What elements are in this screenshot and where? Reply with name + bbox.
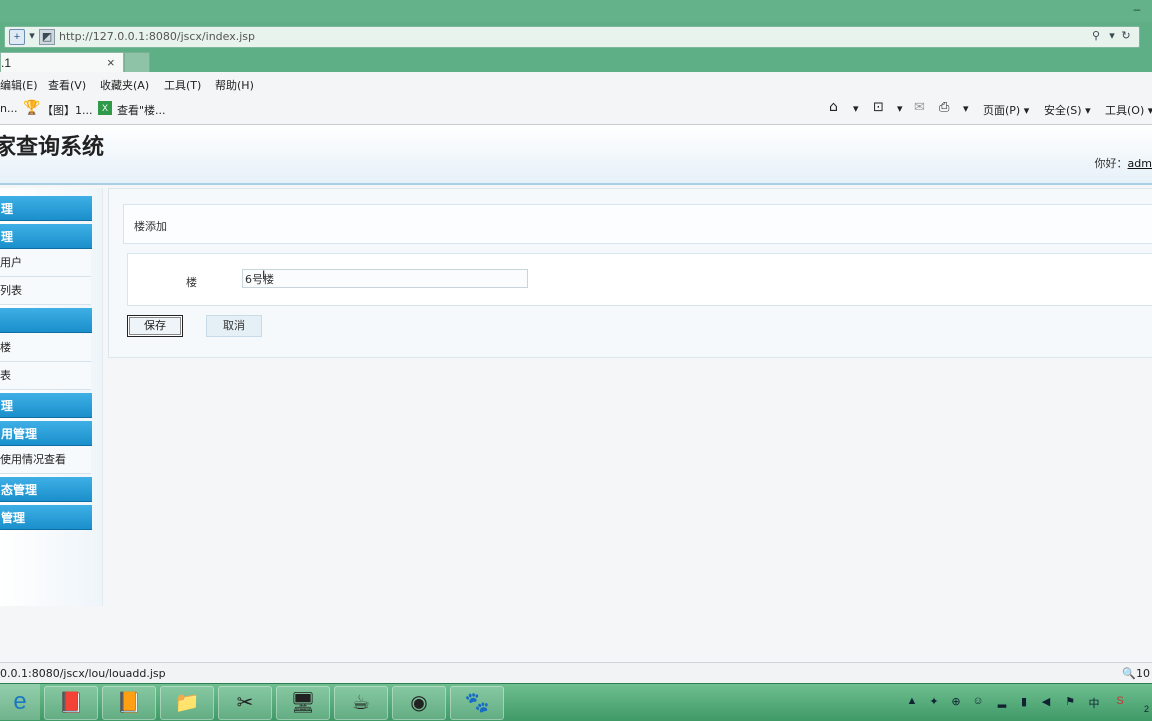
tools-menu-label: 工具(O) bbox=[1105, 104, 1145, 117]
user-link[interactable]: adm bbox=[1128, 157, 1152, 170]
tab-strip bbox=[0, 50, 1152, 72]
user-greeting: 你好：adm bbox=[1095, 155, 1152, 171]
trophy-icon: 🏆 bbox=[23, 99, 41, 115]
ime-icon[interactable]: 中 bbox=[1087, 695, 1101, 711]
signal-icon[interactable]: ▂ bbox=[995, 695, 1009, 708]
tray-plus-icon[interactable]: ⊕ bbox=[949, 695, 963, 708]
form-panel: 楼 I bbox=[127, 253, 1152, 306]
sogou-icon[interactable]: S bbox=[1113, 695, 1127, 707]
greeting-text: 你好： bbox=[1094, 157, 1128, 170]
building-label: 楼 bbox=[186, 276, 197, 289]
menu-bar: 编辑(E) 查看(V) 收藏夹(A) 工具(T) 帮助(H) bbox=[0, 72, 1152, 97]
address-bar[interactable]: + ▾ ◩ http://127.0.0.1:8080/jscx/index.j… bbox=[4, 26, 1140, 48]
volume-icon[interactable]: ◀ bbox=[1039, 695, 1053, 708]
cancel-button[interactable]: 取消 bbox=[206, 315, 262, 337]
menu-edit[interactable]: 编辑(E) bbox=[0, 77, 38, 93]
sidebar-section[interactable]: 态管理 bbox=[0, 477, 92, 502]
sidebar-section[interactable] bbox=[0, 308, 92, 333]
page-icon: ◩ bbox=[39, 29, 55, 45]
ie-icon[interactable]: e bbox=[0, 684, 40, 720]
dropdown-icon[interactable]: ▾ bbox=[897, 102, 903, 115]
page-header: 家查询系统 你好：adm bbox=[0, 125, 1152, 185]
computer-icon[interactable]: 🖥 bbox=[276, 686, 330, 720]
excel-icon: X bbox=[98, 101, 112, 115]
sidebar-section[interactable]: 管理 bbox=[0, 505, 92, 530]
title-bar: – bbox=[0, 0, 1152, 22]
page-title: 家查询系统 bbox=[0, 135, 105, 160]
sidebar-item[interactable]: 列表 bbox=[0, 277, 91, 305]
tray-expand-icon[interactable]: ▲ bbox=[905, 695, 919, 707]
flag-icon[interactable]: ⚑ bbox=[1063, 695, 1077, 708]
tab-title: .1 bbox=[1, 56, 12, 70]
favorite-link[interactable]: 【图】1... bbox=[42, 102, 93, 118]
sidebar: 理 理 用户 列表 楼 表 理 用管理 使用情况查看 态管理 管理 bbox=[0, 188, 103, 606]
menu-favorites[interactable]: 收藏夹(A) bbox=[100, 77, 149, 93]
dropdown-icon[interactable]: ▾ bbox=[25, 29, 39, 43]
favorite-link[interactable]: 查看"楼... bbox=[117, 102, 166, 118]
url-text[interactable]: http://127.0.0.1:8080/jscx/index.jsp bbox=[59, 30, 255, 43]
mail-icon[interactable]: ✉ bbox=[914, 100, 925, 115]
rss-icon[interactable]: ⊡ bbox=[873, 100, 884, 115]
qq-icon[interactable]: ☺ bbox=[971, 695, 985, 707]
java-icon[interactable]: ☕ bbox=[334, 686, 388, 720]
tools-menu-button[interactable]: 工具(O) ▾ bbox=[1105, 102, 1152, 118]
favorite-link[interactable]: n... bbox=[0, 102, 17, 115]
tray-app-icon[interactable]: ✦ bbox=[927, 695, 941, 708]
browser-tab[interactable]: .1 × bbox=[0, 52, 124, 73]
building-input[interactable] bbox=[242, 269, 528, 288]
text-cursor-icon: I bbox=[262, 268, 266, 282]
sidebar-item[interactable]: 楼 bbox=[0, 334, 91, 362]
folder-icon[interactable]: 📁 bbox=[160, 686, 214, 720]
zoom-icon: 🔍 bbox=[1122, 667, 1136, 680]
refresh-icon[interactable]: ↻ bbox=[1119, 29, 1133, 43]
new-tab-button[interactable] bbox=[124, 52, 150, 74]
notebook-icon[interactable]: 📕 bbox=[44, 686, 98, 720]
page-menu-label: 页面(P) bbox=[983, 104, 1021, 117]
status-bar: 0.0.1:8080/jscx/lou/louadd.jsp 🔍10 bbox=[0, 662, 1152, 684]
zoom-level: 10 bbox=[1136, 667, 1150, 680]
search-icon[interactable]: ⚲ bbox=[1089, 29, 1103, 43]
menu-view[interactable]: 查看(V) bbox=[48, 77, 86, 93]
back-icon[interactable]: + bbox=[9, 29, 25, 45]
battery-icon[interactable]: ▮ bbox=[1017, 695, 1031, 708]
safety-menu-button[interactable]: 安全(S) ▾ bbox=[1044, 102, 1091, 118]
close-icon[interactable]: × bbox=[107, 55, 115, 70]
panel-header: 楼添加 bbox=[123, 204, 1152, 244]
status-url: 0.0.1:8080/jscx/lou/louadd.jsp bbox=[0, 667, 166, 680]
sidebar-item[interactable]: 使用情况查看 bbox=[0, 446, 91, 474]
safety-menu-label: 安全(S) bbox=[1044, 104, 1082, 117]
tools-icon[interactable]: ✂ bbox=[218, 686, 272, 720]
sidebar-section[interactable]: 用管理 bbox=[0, 421, 92, 446]
menu-tools[interactable]: 工具(T) bbox=[164, 77, 201, 93]
favorites-bar: n... 🏆 【图】1... X 查看"楼... ⌂ ▾ ⊡ ▾ ✉ ⎙ ▾ 页… bbox=[0, 96, 1152, 125]
book-icon[interactable]: 📙 bbox=[102, 686, 156, 720]
dropdown-icon[interactable]: ▾ bbox=[1105, 29, 1119, 43]
menu-help[interactable]: 帮助(H) bbox=[215, 77, 254, 93]
sidebar-item[interactable]: 用户 bbox=[0, 249, 91, 277]
taskbar: e 📕 📙 📁 ✂ 🖥 ☕ ◉ 🐾 ▲ ✦ ⊕ ☺ ▂ ▮ ◀ ⚑ 中 S 2 bbox=[0, 683, 1152, 721]
clock[interactable]: 2 bbox=[1144, 704, 1149, 714]
page-menu-button[interactable]: 页面(P) ▾ bbox=[983, 102, 1029, 118]
dreamweaver-icon[interactable]: ◉ bbox=[392, 686, 446, 720]
sidebar-section[interactable]: 理 bbox=[0, 393, 92, 418]
dropdown-icon[interactable]: ▾ bbox=[963, 102, 969, 115]
sidebar-section[interactable]: 理 bbox=[0, 196, 92, 221]
home-icon[interactable]: ⌂ bbox=[829, 99, 838, 115]
minimize-icon[interactable]: – bbox=[1127, 2, 1147, 16]
zoom-control[interactable]: 🔍10 bbox=[1122, 667, 1150, 680]
save-button[interactable]: 保存 bbox=[127, 315, 183, 337]
sidebar-section[interactable]: 理 bbox=[0, 224, 92, 249]
paw-icon[interactable]: 🐾 bbox=[450, 686, 504, 720]
panel-title: 楼添加 bbox=[134, 220, 167, 233]
dropdown-icon[interactable]: ▾ bbox=[853, 102, 859, 115]
print-icon[interactable]: ⎙ bbox=[939, 100, 949, 115]
sidebar-item[interactable]: 表 bbox=[0, 362, 91, 390]
